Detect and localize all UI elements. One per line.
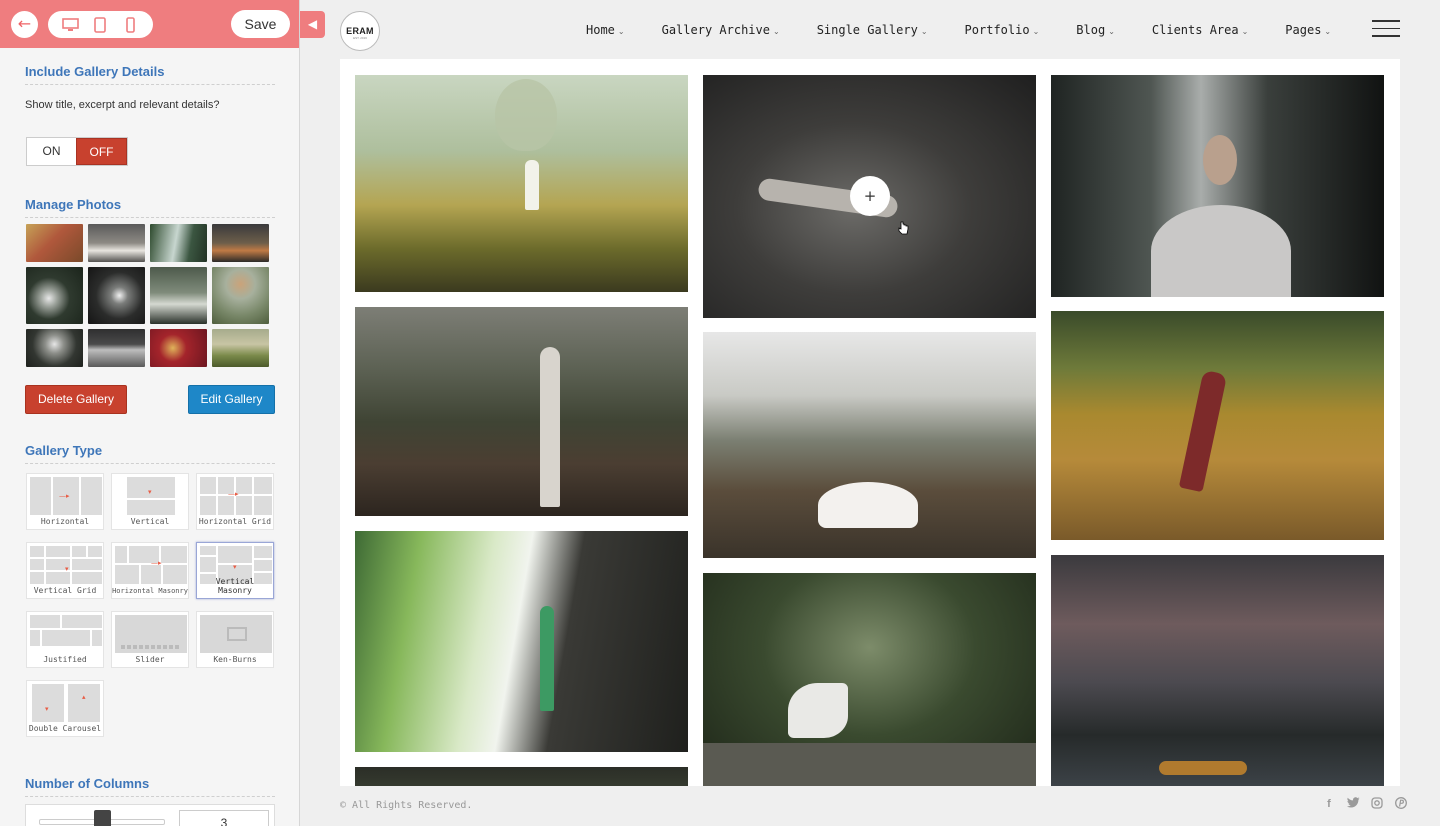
justified-layout-icon [30, 615, 102, 653]
panel-toolbar: ← Save [0, 0, 299, 48]
nav-single-gallery[interactable]: Single Gallery ⌄ [817, 23, 928, 37]
device-switcher [48, 11, 153, 38]
photo-thumbnail[interactable] [26, 267, 83, 324]
columns-control: 3 [25, 804, 275, 826]
horizontal-layout-icon: —▸ [30, 477, 102, 515]
chevron-down-icon: ⌄ [1241, 27, 1249, 36]
columns-input[interactable]: 3 [179, 810, 269, 826]
horizontal-grid-icon: —▸ [200, 477, 272, 515]
photo-thumbnail[interactable] [212, 329, 269, 367]
photo-thumbnail[interactable] [88, 224, 145, 262]
gallery-photo[interactable]: + [703, 75, 1036, 318]
gallery-photo[interactable] [703, 332, 1036, 558]
gallery-photo[interactable] [355, 75, 688, 292]
social-links: f [1312, 797, 1408, 811]
gallery-photo[interactable] [355, 767, 688, 786]
edit-gallery-button[interactable]: Edit Gallery [188, 385, 275, 414]
nav-home[interactable]: Home ⌄ [586, 23, 625, 37]
chevron-down-icon: ⌄ [920, 27, 928, 36]
mobile-icon[interactable] [121, 16, 139, 34]
photo-thumbnail[interactable] [26, 329, 83, 367]
chevron-down-icon: ⌄ [617, 27, 625, 36]
facebook-icon[interactable]: f [1322, 797, 1336, 811]
chevron-down-icon: ⌄ [1108, 27, 1115, 36]
photo-thumbnail[interactable] [88, 329, 145, 367]
gallery-photo[interactable] [355, 307, 688, 516]
details-toggle: ON OFF [26, 137, 128, 166]
photo-thumbnail[interactable] [150, 224, 207, 262]
gallery-photo[interactable] [1051, 75, 1384, 297]
photo-thumbnail[interactable] [26, 224, 83, 262]
double-carousel-icon: ▾ ▴ [30, 684, 100, 722]
columns-title: Number of Columns [25, 776, 275, 797]
gallery-photo[interactable] [355, 531, 688, 752]
back-button[interactable]: ← [11, 11, 38, 38]
type-double-carousel[interactable]: ▾ ▴ Double Carousel [26, 680, 104, 737]
collapse-panel-button[interactable]: ◀ [300, 11, 325, 38]
footer-copyright: © All Rights Reserved. [340, 800, 473, 811]
hamburger-menu-icon[interactable] [1372, 20, 1400, 37]
gallery-photo[interactable] [703, 573, 1036, 786]
type-horizontal[interactable]: —▸ Horizontal [26, 473, 104, 530]
twitter-icon[interactable] [1346, 797, 1360, 811]
gallery-photo[interactable] [1051, 311, 1384, 540]
nav-pages[interactable]: Pages ⌄ [1285, 23, 1331, 37]
tablet-icon[interactable] [91, 16, 109, 34]
type-ken-burns[interactable]: Ken-Burns [196, 611, 274, 668]
vertical-layout-icon: ▾ [115, 477, 185, 515]
nav-portfolio[interactable]: Portfolio ⌄ [965, 23, 1040, 37]
photo-thumbnail[interactable] [212, 224, 269, 262]
toggle-off-button[interactable]: OFF [76, 138, 127, 165]
photo-thumbnail[interactable] [150, 329, 207, 367]
type-vertical[interactable]: ▾ Vertical [111, 473, 189, 530]
nav-blog[interactable]: Blog ⌄ [1076, 23, 1115, 37]
photo-thumbnail[interactable] [212, 267, 269, 324]
type-vertical-grid[interactable]: ▾ Vertical Grid [26, 542, 104, 599]
type-horizontal-grid[interactable]: —▸ Horizontal Grid [196, 473, 274, 530]
vertical-grid-icon: ▾ [30, 546, 102, 584]
slider-layout-icon [115, 615, 187, 653]
photo-thumbnail[interactable] [88, 267, 145, 324]
type-justified[interactable]: Justified [26, 611, 104, 668]
columns-slider-handle[interactable] [94, 810, 111, 826]
site-preview: ERAM EST. 2016 Home ⌄ Gallery Archive ⌄ Si… [300, 0, 1440, 826]
pinterest-icon[interactable] [1394, 797, 1408, 811]
manage-photos-title: Manage Photos [25, 197, 275, 218]
delete-gallery-button[interactable]: Delete Gallery [25, 385, 127, 414]
type-horizontal-masonry[interactable]: —▸ Horizontal Masonry [111, 542, 189, 599]
hand-cursor-icon [898, 221, 909, 235]
horizontal-masonry-icon: —▸ [115, 546, 187, 584]
arrow-left-icon: ← [17, 14, 32, 33]
gallery-type-title: Gallery Type [25, 443, 275, 464]
instagram-icon[interactable] [1370, 797, 1384, 811]
type-vertical-masonry[interactable]: ▾ Vertical Masonry [196, 542, 274, 599]
photo-thumbnails [26, 224, 274, 367]
desktop-icon[interactable] [62, 16, 80, 34]
type-slider[interactable]: Slider [111, 611, 189, 668]
gallery-photo[interactable] [1051, 555, 1384, 786]
include-details-title: Include Gallery Details [25, 64, 275, 85]
photo-thumbnail[interactable] [150, 267, 207, 324]
ken-burns-icon [200, 615, 272, 653]
nav-gallery-archive[interactable]: Gallery Archive ⌄ [662, 23, 780, 37]
chevron-down-icon: ⌄ [1324, 27, 1332, 36]
include-details-description: Show title, excerpt and relevant details… [25, 99, 220, 111]
main-nav: Home ⌄ Gallery Archive ⌄ Single Gallery ⌄ P… [586, 23, 1368, 37]
nav-clients-area[interactable]: Clients Area ⌄ [1152, 23, 1248, 37]
chevron-down-icon: ⌄ [1032, 27, 1040, 36]
toggle-on-button[interactable]: ON [27, 138, 76, 165]
gallery-grid: + [340, 59, 1400, 786]
chevron-down-icon: ⌄ [772, 27, 780, 36]
editor-panel: ← Save Include Gallery Details Show titl… [0, 0, 300, 826]
site-logo[interactable]: ERAM EST. 2016 [340, 11, 380, 51]
chevron-left-icon: ◀ [307, 17, 318, 31]
zoom-plus-icon[interactable]: + [850, 176, 890, 216]
save-button[interactable]: Save [231, 10, 290, 38]
